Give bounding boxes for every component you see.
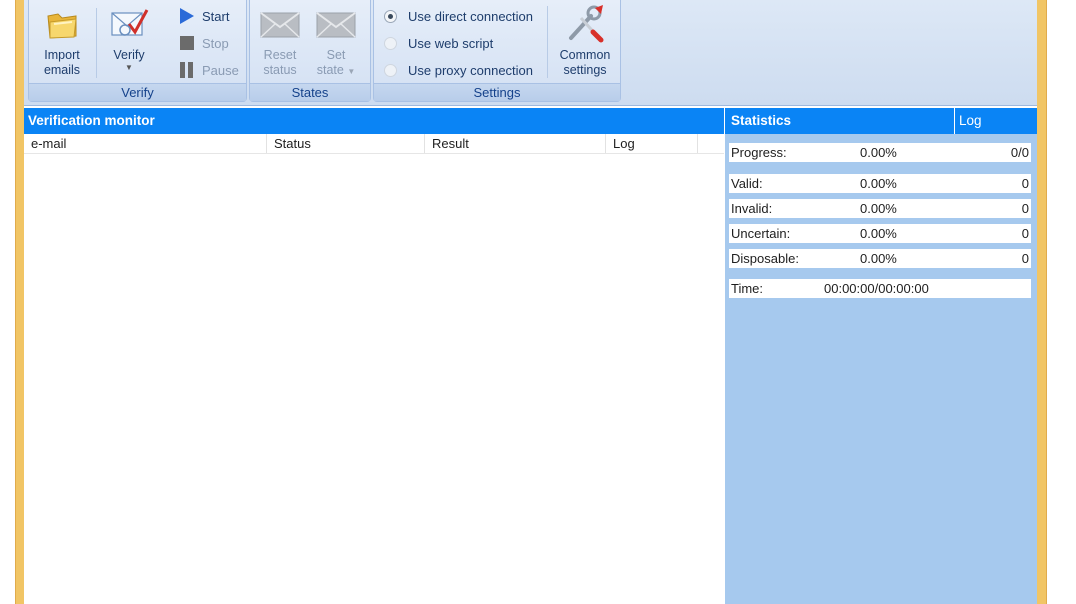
start-label: Start xyxy=(202,8,230,24)
common-settings-button[interactable]: Common settings xyxy=(554,4,616,78)
radio-button[interactable] xyxy=(384,9,397,23)
ribbon-group-states: Reset status Set state ▼ States xyxy=(249,0,371,102)
set-state-button[interactable]: Set state ▼ xyxy=(310,4,362,79)
stat-time-value: 00:00:00/00:00:00 xyxy=(824,281,929,296)
ribbon-toolbar: Import emails Verify ▼ Start Stop Pause … xyxy=(24,0,1037,106)
common-label-line1: Common xyxy=(559,48,611,62)
stat-percent: 0.00% xyxy=(860,226,897,241)
stat-row-time: Time: 00:00:00/00:00:00 xyxy=(729,279,1031,298)
reset-status-button[interactable]: Reset status xyxy=(256,4,304,78)
reset-label-line2: status xyxy=(263,63,297,77)
column-log[interactable]: Log xyxy=(606,134,698,153)
email-list-area[interactable] xyxy=(24,154,724,604)
set-label-line2: state xyxy=(316,63,344,77)
stat-row-valid: Valid: 0.00% 0 xyxy=(729,174,1031,193)
envelope-icon xyxy=(260,4,300,44)
radio-direct-connection[interactable]: Use direct connection xyxy=(384,5,533,27)
radio-button[interactable] xyxy=(384,63,397,77)
stat-label: Progress: xyxy=(731,145,787,160)
monitor-title: Verification monitor xyxy=(24,108,724,134)
pause-icon xyxy=(178,61,196,79)
import-label-line2: emails xyxy=(43,63,81,77)
stat-percent: 0.00% xyxy=(860,176,897,191)
stop-icon xyxy=(178,34,196,52)
tools-icon xyxy=(565,4,605,44)
column-email[interactable]: e-mail xyxy=(24,134,267,153)
stat-label: Uncertain: xyxy=(731,226,791,241)
ribbon-separator xyxy=(547,6,548,78)
stats-tabs: Statistics Log xyxy=(725,108,1037,134)
import-emails-button[interactable]: Import emails xyxy=(35,4,89,78)
stat-row-uncertain: Uncertain: 0.00% 0 xyxy=(729,224,1031,243)
window-frame-left xyxy=(15,0,24,604)
set-label-line1: Set xyxy=(326,48,346,62)
radio-web-script[interactable]: Use web script xyxy=(384,32,493,54)
tab-statistics[interactable]: Statistics xyxy=(725,108,955,134)
stat-percent: 0.00% xyxy=(860,201,897,216)
radio-button[interactable] xyxy=(384,36,397,50)
stat-count: 0/0 xyxy=(1010,145,1029,160)
verify-label: Verify xyxy=(113,48,145,62)
stat-count: 0 xyxy=(1021,226,1029,241)
ribbon-group-settings: Use direct connection Use web script Use… xyxy=(373,0,621,102)
folder-icon xyxy=(42,4,82,44)
stat-label: Invalid: xyxy=(731,201,773,216)
pause-label: Pause xyxy=(202,62,239,78)
stat-count: 0 xyxy=(1021,251,1029,266)
stat-row-invalid: Invalid: 0.00% 0 xyxy=(729,199,1031,218)
settings-group-label: Settings xyxy=(374,83,620,101)
radio-proxy-connection[interactable]: Use proxy connection xyxy=(384,59,533,81)
stat-count: 0 xyxy=(1021,201,1029,216)
stat-row-disposable: Disposable: 0.00% 0 xyxy=(729,249,1031,268)
tab-log[interactable]: Log xyxy=(955,108,1037,134)
stop-label: Stop xyxy=(202,35,229,51)
stat-label: Time: xyxy=(731,281,764,296)
statistics-panel: Statistics Log Progress: 0.00% 0/0 Valid… xyxy=(725,108,1037,604)
stat-label: Disposable: xyxy=(731,251,799,266)
envelope-icon xyxy=(316,4,356,44)
stat-row-progress: Progress: 0.00% 0/0 xyxy=(729,143,1031,162)
stop-button[interactable]: Stop xyxy=(178,32,229,54)
play-icon xyxy=(178,7,196,25)
pause-button[interactable]: Pause xyxy=(178,59,239,81)
verify-group-label: Verify xyxy=(29,83,246,101)
verification-monitor-panel: Verification monitor e-mail Status Resul… xyxy=(24,108,724,604)
stat-count: 0 xyxy=(1021,176,1029,191)
stat-label: Valid: xyxy=(731,176,763,191)
ribbon-separator xyxy=(96,8,97,78)
monitor-column-header: e-mail Status Result Log xyxy=(24,134,724,154)
window-frame-right xyxy=(1037,0,1047,604)
radio-web-label: Use web script xyxy=(408,35,494,51)
stat-percent: 0.00% xyxy=(860,251,897,266)
verify-button[interactable]: Verify ▼ xyxy=(104,4,154,73)
dropdown-arrow-icon: ▼ xyxy=(125,63,133,72)
envelope-check-icon xyxy=(109,4,149,44)
reset-label-line1: Reset xyxy=(263,48,297,62)
column-status[interactable]: Status xyxy=(267,134,425,153)
column-result[interactable]: Result xyxy=(425,134,606,153)
common-label-line2: settings xyxy=(563,63,607,77)
stat-percent: 0.00% xyxy=(860,145,897,160)
states-group-label: States xyxy=(250,83,370,101)
import-label-line1: Import xyxy=(44,48,80,62)
radio-direct-label: Use direct connection xyxy=(408,8,534,24)
radio-proxy-label: Use proxy connection xyxy=(408,62,534,78)
start-button[interactable]: Start xyxy=(178,5,229,27)
dropdown-arrow-icon: ▼ xyxy=(347,67,356,76)
ribbon-group-verify: Import emails Verify ▼ Start Stop Pause … xyxy=(28,0,247,102)
